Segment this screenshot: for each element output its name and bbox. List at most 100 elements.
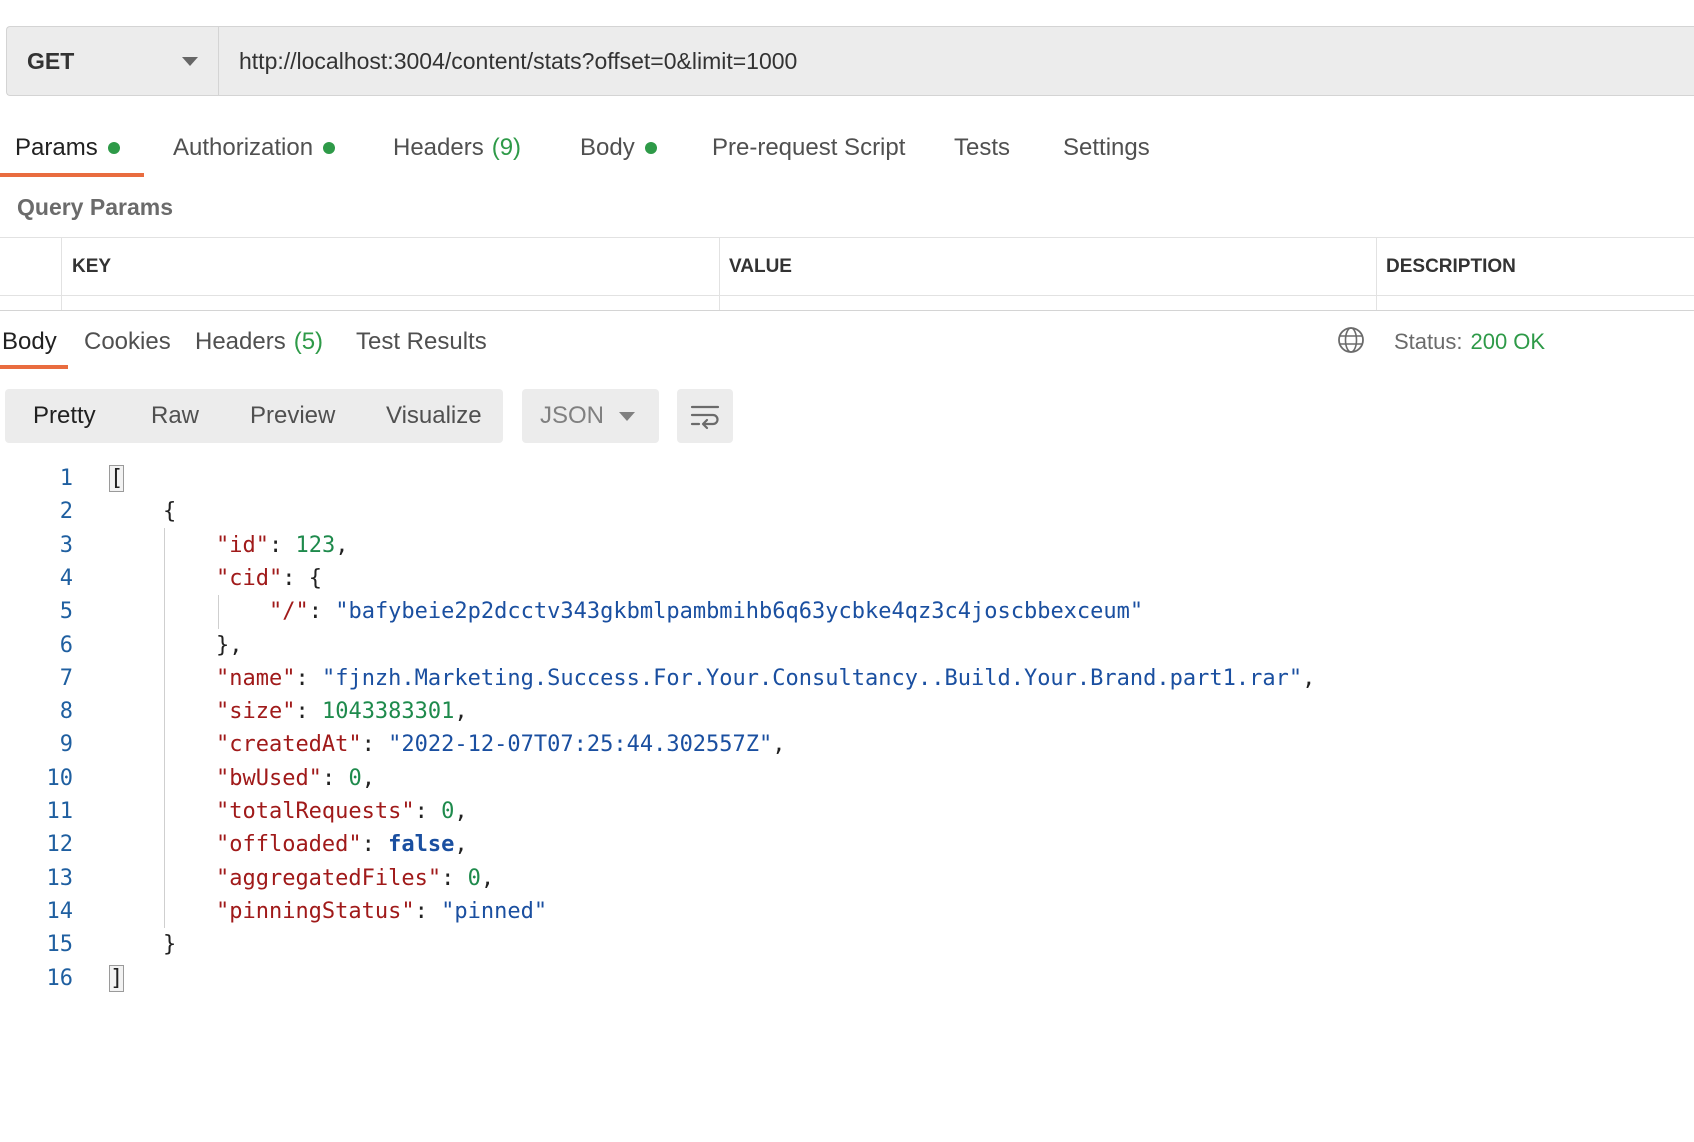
- code-token: :: [441, 865, 468, 891]
- line-number: 8: [59, 699, 73, 725]
- code-token: "/": [268, 599, 309, 625]
- code-token: 1043383301: [321, 699, 455, 725]
- code-token: "offloaded": [215, 832, 362, 858]
- code-token: [: [108, 465, 125, 492]
- raw-button[interactable]: Raw: [151, 389, 199, 443]
- tab-authorization[interactable]: Authorization: [173, 128, 336, 168]
- wrap-lines-button[interactable]: [677, 389, 733, 443]
- code-line: 13 "aggregatedFiles": 0,: [0, 862, 1694, 895]
- visualize-button[interactable]: Visualize: [386, 389, 482, 443]
- tab-label: Pre-request Script: [712, 134, 906, 161]
- status-dot-icon: [107, 142, 120, 154]
- code-token: "2022-12-07T07:25:44.302557Z": [388, 732, 773, 758]
- tab-label: Settings: [1063, 134, 1150, 161]
- tab-label: Authorization: [173, 134, 314, 161]
- code-token: :: [295, 665, 322, 691]
- tab-headers[interactable]: Headers (9): [393, 128, 521, 168]
- preview-button[interactable]: Preview: [250, 389, 335, 443]
- line-number: 13: [46, 865, 74, 891]
- pane-resize-handle[interactable]: [0, 310, 1694, 311]
- status-dot-icon: [323, 142, 336, 154]
- code-text: },: [110, 629, 243, 662]
- code-token: ,: [454, 699, 468, 725]
- code-token: 0: [348, 765, 362, 791]
- response-status: Status: 200 OK: [1394, 322, 1545, 362]
- line-number: 7: [59, 665, 73, 691]
- tab-count: (5): [293, 328, 324, 355]
- response-tab-cookies[interactable]: Cookies: [84, 322, 171, 362]
- line-number: 14: [46, 898, 74, 924]
- code-text: "pinningStatus": "pinned": [110, 895, 547, 928]
- column-divider: [1376, 238, 1377, 311]
- tab-settings[interactable]: Settings: [1063, 128, 1150, 168]
- code-token: 0: [441, 799, 455, 824]
- pretty-button[interactable]: Pretty: [33, 389, 96, 443]
- code-token: "cid": [215, 565, 283, 591]
- code-token: "id": [215, 532, 269, 558]
- language-select[interactable]: JSON: [522, 389, 659, 443]
- line-number: 4: [59, 565, 73, 591]
- code-token: false: [388, 832, 455, 858]
- code-token: "pinningStatus": [215, 898, 415, 924]
- code-text: "/": "bafybeie2p2dcctv343gkbmlpambmihb6q…: [110, 595, 1143, 628]
- code-token: :: [361, 832, 389, 858]
- code-token: "bafybeie2p2dcctv343gkbmlpambmihb6q63ycb…: [335, 599, 1144, 625]
- format-button-group: Pretty Raw Preview Visualize: [5, 389, 503, 443]
- url-input[interactable]: [218, 26, 1694, 96]
- code-text: "offloaded": false,: [110, 828, 468, 861]
- line-number: 10: [46, 765, 74, 791]
- line-number: 1: [59, 466, 73, 491]
- tab-label: Body: [580, 134, 635, 161]
- line-number: 15: [46, 932, 74, 958]
- code-line: 8 "size": 1043383301,: [0, 695, 1694, 728]
- code-line: 4 "cid": {: [0, 562, 1694, 595]
- status-badge: 200 OK: [1470, 329, 1546, 354]
- code-token: "name": [215, 665, 296, 691]
- response-tab-headers[interactable]: Headers (5): [195, 322, 323, 362]
- code-line: 9 "createdAt": "2022-12-07T07:25:44.3025…: [0, 728, 1694, 761]
- code-line: 7 "name": "fjnzh.Marketing.Success.For.Y…: [0, 662, 1694, 695]
- line-number: 3: [59, 532, 73, 558]
- code-token: "aggregatedFiles": [215, 865, 442, 891]
- code-token: 123: [295, 532, 336, 558]
- wrap-lines-icon: [690, 405, 720, 430]
- status-label: Status:: [1394, 329, 1463, 354]
- code-token: "size": [215, 699, 296, 725]
- code-token: "createdAt": [215, 732, 362, 758]
- method-select[interactable]: GET: [6, 26, 218, 96]
- tab-pre-request-script[interactable]: Pre-request Script: [712, 128, 905, 168]
- line-number: 5: [59, 599, 73, 625]
- code-line: 11 "totalRequests": 0,: [0, 795, 1694, 828]
- code-token: :: [321, 765, 349, 791]
- code-token: ]: [108, 964, 125, 992]
- code-text: ]: [108, 962, 125, 995]
- globe-icon[interactable]: [1337, 326, 1365, 354]
- code-line: 10 "bwUsed": 0,: [0, 762, 1694, 795]
- code-text: "createdAt": "2022-12-07T07:25:44.302557…: [110, 728, 786, 761]
- code-text: "totalRequests": 0,: [110, 795, 468, 828]
- active-tab-indicator: [0, 173, 144, 177]
- tab-body[interactable]: Body: [580, 128, 657, 168]
- column-divider: [61, 238, 62, 311]
- code-text: "id": 123,: [110, 529, 348, 562]
- line-number: 12: [46, 832, 74, 858]
- tab-tests[interactable]: Tests: [954, 128, 1010, 168]
- code-line: 3 "id": 123,: [0, 529, 1694, 562]
- active-tab-indicator: [0, 365, 68, 369]
- response-tab-body[interactable]: Body: [2, 322, 57, 362]
- tab-params[interactable]: Params: [15, 128, 120, 168]
- status-dot-icon: [644, 142, 657, 154]
- code-token: ,: [480, 865, 495, 891]
- response-tab-test-results[interactable]: Test Results: [356, 322, 487, 362]
- code-token: ,: [454, 832, 468, 858]
- code-token: :: [268, 532, 296, 558]
